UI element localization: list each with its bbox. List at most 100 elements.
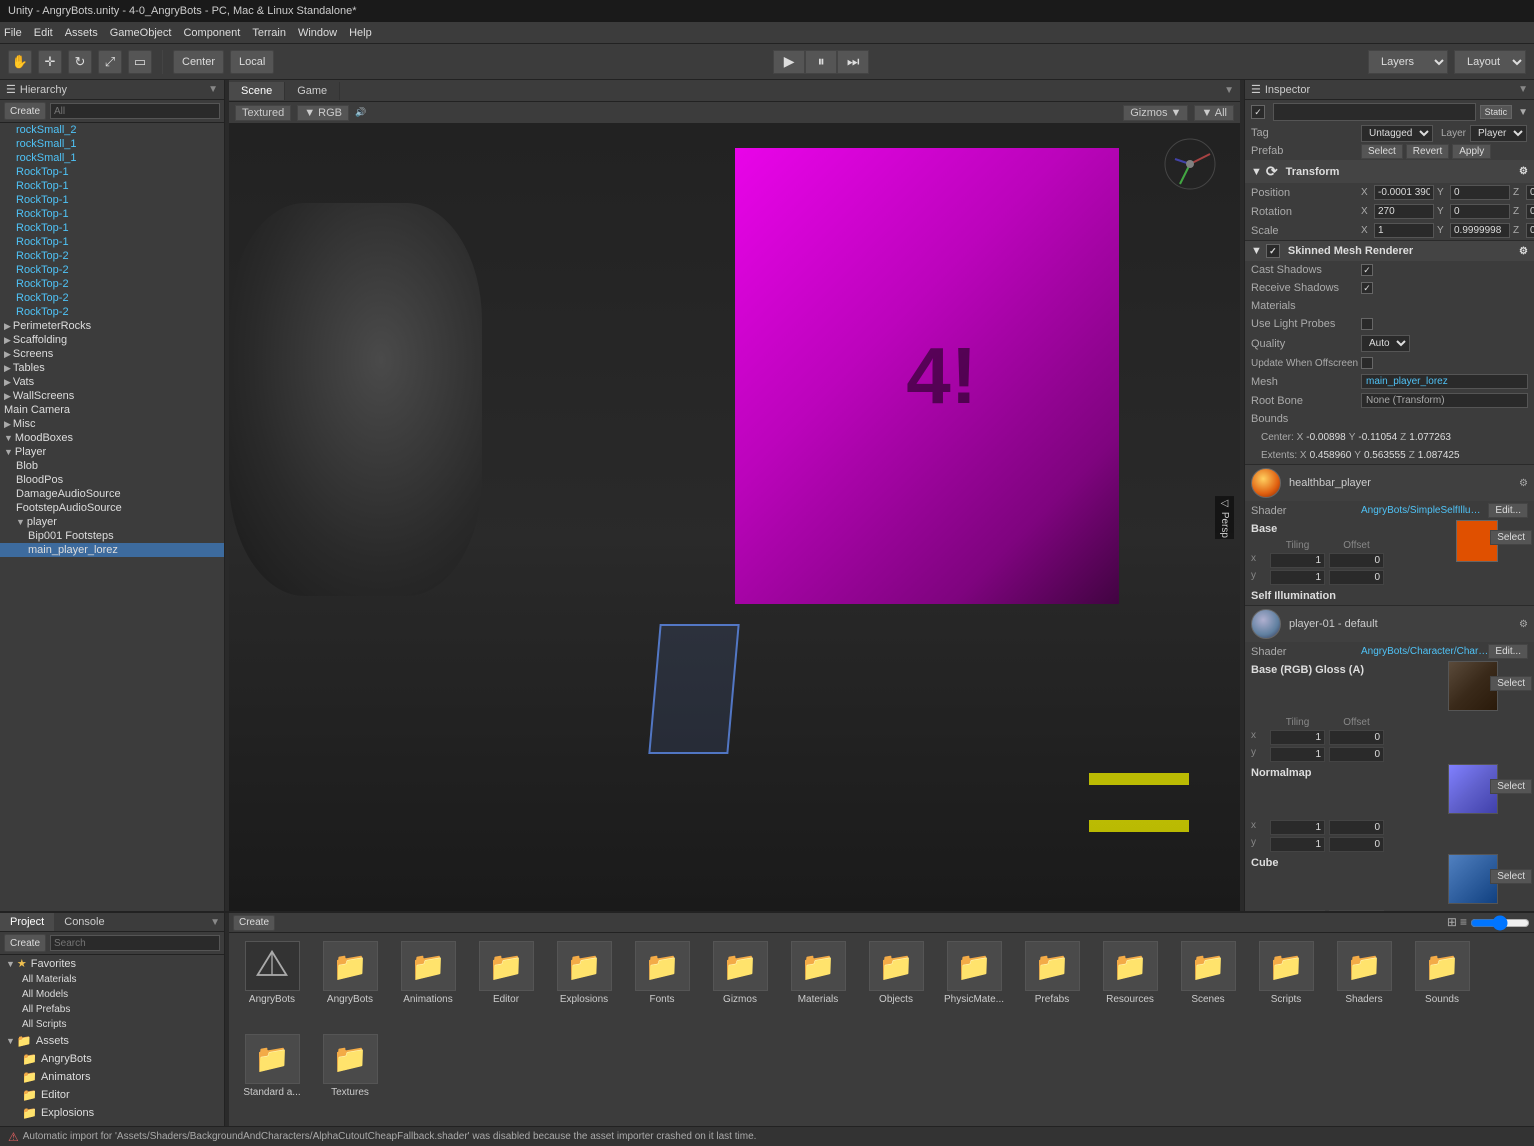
normalmap-select-btn[interactable]: Select xyxy=(1490,779,1532,794)
cube-offset-x-input[interactable] xyxy=(1329,910,1384,911)
asset-item-materials[interactable]: 📁 Materials xyxy=(783,941,853,1026)
pos-z-input[interactable] xyxy=(1526,185,1534,200)
normalmap-offset-x-input[interactable] xyxy=(1329,820,1384,835)
layout-dropdown[interactable]: Layout xyxy=(1454,50,1526,74)
hier-item[interactable]: RockTop-1 xyxy=(0,165,224,179)
proj-explosions[interactable]: 📁Explosions xyxy=(0,1104,224,1122)
hier-item[interactable]: rockSmall_1 xyxy=(0,137,224,151)
receive-shadows-checkbox[interactable] xyxy=(1361,282,1373,294)
menu-help[interactable]: Help xyxy=(349,27,372,39)
cube-select-btn[interactable]: Select xyxy=(1490,869,1532,884)
healthbar-select-btn[interactable]: Select xyxy=(1490,530,1532,545)
hier-moodboxes[interactable]: ▼MoodBoxes xyxy=(0,431,224,445)
tab-project[interactable]: Project xyxy=(0,913,54,931)
asset-item-physicmate[interactable]: 📁 PhysicMate... xyxy=(939,941,1009,1026)
gizmos-dropdown[interactable]: Gizmos ▼ xyxy=(1123,105,1188,121)
prefab-revert-btn[interactable]: Revert xyxy=(1406,144,1449,159)
pivot-btn[interactable]: Center xyxy=(173,50,224,74)
asset-item-scenes[interactable]: 📁 Scenes xyxy=(1173,941,1243,1026)
player-mat-menu[interactable]: ⚙ xyxy=(1519,619,1528,630)
inspector-menu[interactable]: ▼ xyxy=(1518,84,1528,95)
player-base-select-btn[interactable]: Select xyxy=(1490,676,1532,691)
hier-item[interactable]: RockTop-2 xyxy=(0,305,224,319)
menu-terrain[interactable]: Terrain xyxy=(252,27,286,39)
space-btn[interactable]: Local xyxy=(230,50,274,74)
hier-blob[interactable]: Blob xyxy=(0,459,224,473)
scale-x-input[interactable] xyxy=(1374,223,1434,238)
menu-file[interactable]: File xyxy=(4,27,22,39)
skinned-mesh-menu[interactable]: ⚙ xyxy=(1519,246,1528,257)
menu-edit[interactable]: Edit xyxy=(34,27,53,39)
hier-vats[interactable]: ▶Vats xyxy=(0,375,224,389)
proj-all-prefabs[interactable]: All Prefabs xyxy=(0,1002,224,1017)
pos-y-input[interactable] xyxy=(1450,185,1510,200)
hier-item[interactable]: RockTop-1 xyxy=(0,207,224,221)
tab-game[interactable]: Game xyxy=(285,82,340,100)
project-menu[interactable]: ▼ xyxy=(206,917,224,928)
pos-x-input[interactable] xyxy=(1374,185,1434,200)
root-bone-ref[interactable]: None (Transform) xyxy=(1361,393,1528,408)
proj-all-models[interactable]: All Models xyxy=(0,987,224,1002)
static-badge[interactable]: Static xyxy=(1480,105,1513,119)
normalmap-tiling-y-input[interactable] xyxy=(1270,837,1325,852)
prefab-apply-btn[interactable]: Apply xyxy=(1452,144,1491,159)
player-offset-x-input[interactable] xyxy=(1329,730,1384,745)
proj-assets-header[interactable]: ▼ 📁 Assets xyxy=(0,1032,224,1050)
scale-y-input[interactable] xyxy=(1450,223,1510,238)
all-dropdown[interactable]: ▼ All xyxy=(1194,105,1234,121)
scene-persp-label[interactable]: ◁ Persp xyxy=(1215,496,1234,540)
scene-gizmo[interactable] xyxy=(1160,134,1220,194)
normalmap-tiling-x-input[interactable] xyxy=(1270,820,1325,835)
healthbar-tiling-y-input[interactable] xyxy=(1270,570,1325,585)
asset-item-scripts[interactable]: 📁 Scripts xyxy=(1251,941,1321,1026)
static-arrow[interactable]: ▼ xyxy=(1518,107,1528,118)
proj-favorites-header[interactable]: ▼ ★ Favorites xyxy=(0,955,224,972)
hier-wallscreens[interactable]: ▶WallScreens xyxy=(0,389,224,403)
object-active-checkbox[interactable] xyxy=(1251,105,1265,119)
layers-dropdown[interactable]: Layers xyxy=(1368,50,1448,74)
player-offset-y-input[interactable] xyxy=(1329,747,1384,762)
cube-tiling-x-input[interactable] xyxy=(1270,910,1325,911)
hier-bloodpos[interactable]: BloodPos xyxy=(0,473,224,487)
player-edit-btn[interactable]: Edit... xyxy=(1488,644,1528,659)
use-light-probes-checkbox[interactable] xyxy=(1361,318,1373,330)
asset-item-angrybots-logo[interactable]: AngryBots xyxy=(237,941,307,1026)
asset-icon-view[interactable]: ⊞ xyxy=(1447,915,1457,931)
asset-item-sounds[interactable]: 📁 Sounds xyxy=(1407,941,1477,1026)
hier-misc[interactable]: ▶Misc xyxy=(0,417,224,431)
asset-item-standard-a[interactable]: 📁 Standard a... xyxy=(237,1034,307,1119)
object-name-input[interactable]: main_player_lorez xyxy=(1273,103,1476,121)
hier-item[interactable]: RockTop-1 xyxy=(0,235,224,249)
menu-assets[interactable]: Assets xyxy=(65,27,98,39)
proj-angrybots[interactable]: 📁AngryBots xyxy=(0,1050,224,1068)
hier-item[interactable]: rockSmall_1 xyxy=(0,151,224,165)
hier-item[interactable]: RockTop-2 xyxy=(0,277,224,291)
hier-item[interactable]: RockTop-2 xyxy=(0,249,224,263)
proj-all-scripts[interactable]: All Scripts xyxy=(0,1017,224,1032)
rot-x-input[interactable] xyxy=(1374,204,1434,219)
rot-y-input[interactable] xyxy=(1450,204,1510,219)
update-when-checkbox[interactable] xyxy=(1361,357,1373,369)
hier-bip001[interactable]: Bip001 Footsteps xyxy=(0,529,224,543)
tab-scene[interactable]: Scene xyxy=(229,82,285,100)
cast-shadows-checkbox[interactable] xyxy=(1361,264,1373,276)
proj-animators[interactable]: 📁Animators xyxy=(0,1068,224,1086)
move-tool[interactable]: ✛ xyxy=(38,50,62,74)
rot-z-input[interactable] xyxy=(1526,204,1534,219)
asset-item-fonts[interactable]: 📁 Fonts xyxy=(627,941,697,1026)
hier-item[interactable]: RockTop-2 xyxy=(0,263,224,277)
scale-z-input[interactable] xyxy=(1526,223,1534,238)
skinned-active-checkbox[interactable] xyxy=(1266,244,1280,258)
project-create-btn[interactable]: Create xyxy=(4,934,46,952)
hierarchy-menu[interactable]: ▼ xyxy=(208,84,218,95)
asset-item-objects[interactable]: 📁 Objects xyxy=(861,941,931,1026)
hier-main-player-lorez[interactable]: main_player_lorez xyxy=(0,543,224,557)
normalmap-offset-y-input[interactable] xyxy=(1329,837,1384,852)
scene-view[interactable]: 4! ◁ Persp xyxy=(229,124,1240,911)
asset-item-angrybots[interactable]: 📁 AngryBots xyxy=(315,941,385,1026)
rotate-tool[interactable]: ↻ xyxy=(68,50,92,74)
color-dropdown[interactable]: ▼ RGB xyxy=(297,105,349,121)
skinned-mesh-header[interactable]: ▼ Skinned Mesh Renderer ⚙ xyxy=(1245,241,1534,261)
hier-footstep-audio[interactable]: FootstepAudioSource xyxy=(0,501,224,515)
menu-gameobject[interactable]: GameObject xyxy=(110,27,172,39)
